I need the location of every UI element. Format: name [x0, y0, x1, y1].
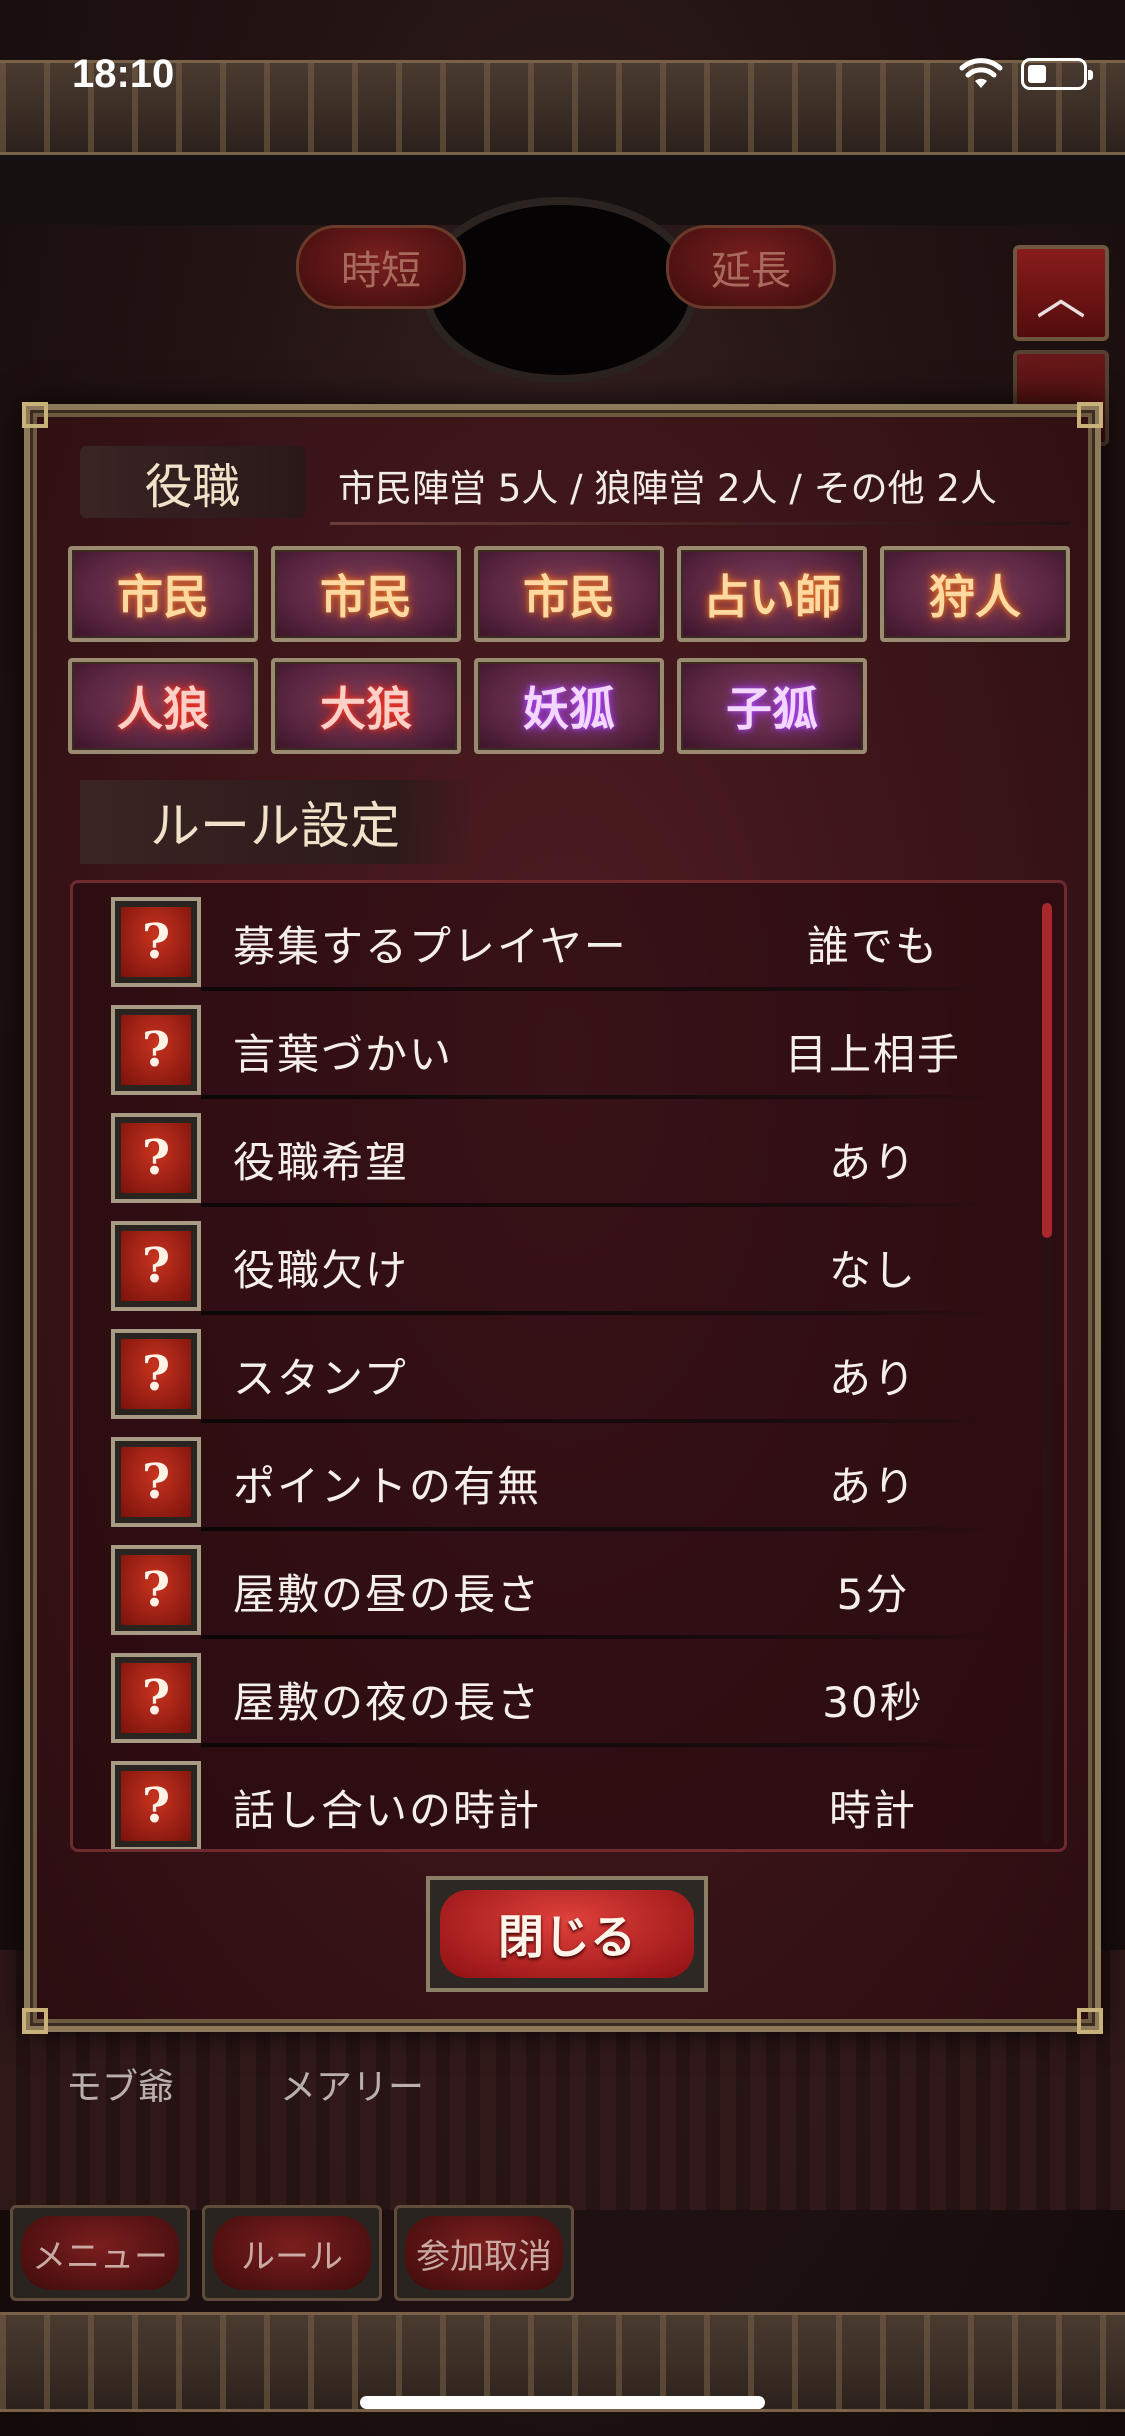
rule-value: 時計: [828, 1786, 917, 1835]
rule-name: 話し合いの時計: [233, 1786, 542, 1835]
rule-row: ? 役職希望 あり: [73, 1099, 1033, 1207]
rules-dialog: 役職 市民陣営 5人 / 狼陣営 2人 / その他 2人 市民 市民 市民 占い…: [22, 402, 1103, 2034]
rule-name: 募集するプレイヤー: [233, 922, 628, 971]
question-mark-icon: ?: [121, 1447, 191, 1517]
role-chip[interactable]: 市民: [271, 546, 461, 642]
cancel-button-label: 参加取消: [405, 2216, 563, 2290]
roles-summary: 市民陣営 5人 / 狼陣営 2人 / その他 2人: [338, 467, 997, 510]
rule-row: ? 言葉づかい 目上相手: [73, 991, 1033, 1099]
scrollbar[interactable]: [1042, 903, 1052, 1843]
shorten-time-button[interactable]: 時短: [296, 225, 466, 309]
help-button[interactable]: ?: [111, 1761, 201, 1849]
frame-corner: [22, 402, 48, 428]
moon-orb: [430, 205, 690, 375]
scrollbar-thumb[interactable]: [1042, 903, 1052, 1238]
rules-list[interactable]: ? 募集するプレイヤー 誰でも ? 言葉づかい 目上相手 ? 役職希望 あり ?…: [70, 880, 1067, 1852]
help-button[interactable]: ?: [111, 1437, 201, 1527]
question-mark-icon: ?: [121, 1663, 191, 1733]
extend-time-button[interactable]: 延長: [666, 225, 836, 309]
roles-title: 役職: [80, 446, 305, 518]
rule-value: あり: [828, 1462, 917, 1511]
player-name: メアリー: [280, 2067, 425, 2108]
chevron-up-icon: ︿: [1036, 268, 1086, 326]
help-button[interactable]: ?: [111, 1221, 201, 1311]
question-mark-icon: ?: [121, 1555, 191, 1625]
help-button[interactable]: ?: [111, 1545, 201, 1635]
question-mark-icon: ?: [121, 1771, 191, 1841]
wifi-icon: [959, 58, 1003, 90]
rule-name: 言葉づかい: [233, 1030, 454, 1079]
menu-button[interactable]: メニュー: [10, 2205, 190, 2301]
rule-value: あり: [828, 1354, 917, 1403]
rule-value: 30秒: [822, 1678, 924, 1727]
rules-title: ルール設定: [80, 780, 470, 864]
question-mark-icon: ?: [121, 1339, 191, 1409]
rule-name: スタンプ: [233, 1354, 408, 1403]
rule-name: 屋敷の夜の長さ: [233, 1678, 542, 1727]
status-icons: [959, 58, 1093, 90]
close-button[interactable]: 閉じる: [426, 1876, 708, 1992]
rule-row: ? 役職欠け なし: [73, 1207, 1033, 1315]
rule-row: ? ポイントの有無 あり: [73, 1423, 1033, 1531]
roles-grid: 市民 市民 市民 占い師 狩人 人狼 大狼 妖狐 子狐: [68, 546, 1074, 754]
rule-value: 5分: [836, 1570, 910, 1619]
rule-row: ? 募集するプレイヤー 誰でも: [73, 883, 1033, 991]
roles-header: 役職 市民陣営 5人 / 狼陣営 2人 / その他 2人: [80, 446, 1070, 525]
role-chip[interactable]: 市民: [474, 546, 664, 642]
question-mark-icon: ?: [121, 1015, 191, 1085]
role-chip[interactable]: 大狼: [271, 658, 461, 754]
rule-value: 誰でも: [806, 922, 939, 971]
menu-button-label: メニュー: [21, 2216, 179, 2290]
frame-corner: [1077, 2008, 1103, 2034]
scroll-up-button[interactable]: ︿: [1013, 245, 1109, 341]
divider: [330, 522, 1070, 525]
role-chip[interactable]: 狩人: [880, 546, 1070, 642]
bottom-nav: メニュー ルール 参加取消: [10, 2205, 574, 2301]
frame-corner: [1077, 402, 1103, 428]
player-name: モブ爺: [66, 2067, 175, 2108]
rule-row: ? 屋敷の昼の長さ 5分: [73, 1531, 1033, 1639]
rule-name: 役職希望: [233, 1138, 410, 1187]
frame-corner: [22, 2008, 48, 2034]
rule-value: なし: [828, 1246, 917, 1295]
help-button[interactable]: ?: [111, 1653, 201, 1743]
cancel-participation-button[interactable]: 参加取消: [394, 2205, 574, 2301]
rule-name: 屋敷の昼の長さ: [233, 1570, 542, 1619]
role-chip[interactable]: 占い師: [677, 546, 867, 642]
rule-row: ? 屋敷の夜の長さ 30秒: [73, 1639, 1033, 1747]
battery-icon: [1021, 58, 1093, 90]
rule-value: あり: [828, 1138, 917, 1187]
help-button[interactable]: ?: [111, 1329, 201, 1419]
role-chip[interactable]: 市民: [68, 546, 258, 642]
rule-name: ポイントの有無: [233, 1462, 542, 1511]
rule-row: ? 話し合いの時計 時計: [73, 1747, 1033, 1849]
role-chip[interactable]: 人狼: [68, 658, 258, 754]
rules-button[interactable]: ルール: [202, 2205, 382, 2301]
close-button-label: 閉じる: [440, 1890, 694, 1978]
status-time: 18:10: [72, 52, 175, 96]
question-mark-icon: ?: [121, 1123, 191, 1193]
rules-button-label: ルール: [213, 2216, 371, 2290]
question-mark-icon: ?: [121, 1231, 191, 1301]
home-indicator[interactable]: [360, 2396, 765, 2409]
rule-name: 役職欠け: [233, 1246, 410, 1295]
rule-row: ? スタンプ あり: [73, 1315, 1033, 1423]
question-mark-icon: ?: [121, 907, 191, 977]
role-chip[interactable]: 妖狐: [474, 658, 664, 754]
help-button[interactable]: ?: [111, 1005, 201, 1095]
help-button[interactable]: ?: [111, 1113, 201, 1203]
help-button[interactable]: ?: [111, 897, 201, 987]
rule-value: 目上相手: [784, 1030, 961, 1079]
role-chip[interactable]: 子狐: [677, 658, 867, 754]
